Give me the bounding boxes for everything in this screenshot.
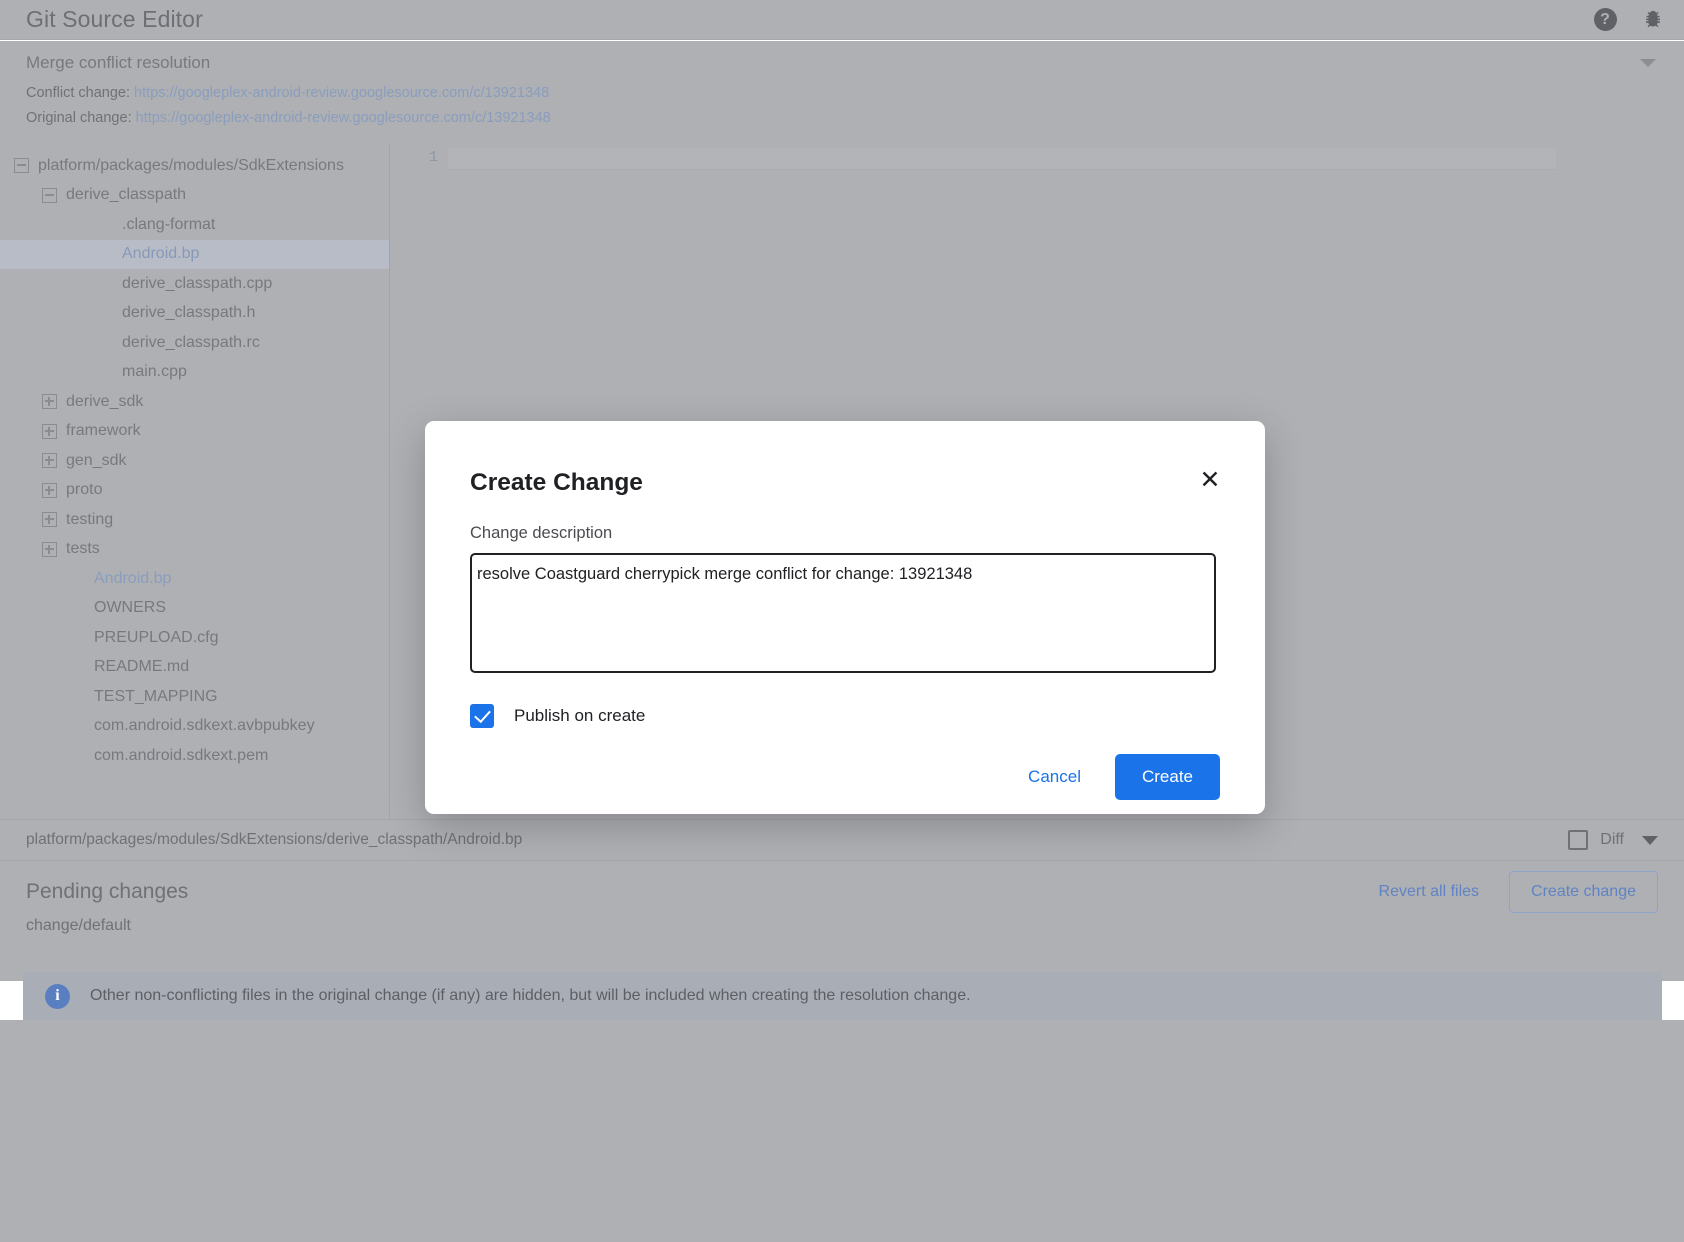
conflict-change-row: Conflict change: https://googleplex-andr… xyxy=(26,85,1658,101)
conflict-change-link[interactable]: https://googleplex-android-review.google… xyxy=(134,85,549,101)
tree-item[interactable]: platform/packages/modules/SdkExtensions xyxy=(0,151,389,181)
revert-all-files-button[interactable]: Revert all files xyxy=(1379,883,1479,901)
close-icon[interactable]: ✕ xyxy=(1193,463,1227,497)
lower-blank-area xyxy=(0,1020,1684,1242)
tree-item-label: main.cpp xyxy=(122,363,187,381)
change-description-label: Change description xyxy=(470,524,1220,543)
tree-item[interactable]: derive_sdk xyxy=(0,387,389,417)
file-tree[interactable]: platform/packages/modules/SdkExtensions d… xyxy=(0,145,390,819)
tree-item[interactable]: com.android.sdkext.avbpubkey xyxy=(0,712,389,742)
merge-conflict-heading: Merge conflict resolution xyxy=(26,53,1658,73)
current-file-path: platform/packages/modules/SdkExtensions/… xyxy=(26,831,522,849)
tree-item-label: Android.bp xyxy=(94,570,171,588)
tree-item[interactable]: OWNERS xyxy=(0,594,389,624)
tree-item[interactable]: tests xyxy=(0,535,389,565)
line-number: 1 xyxy=(390,145,448,166)
code-line-content[interactable] xyxy=(448,148,1556,170)
dialog-actions: Cancel Create xyxy=(470,754,1220,800)
create-change-dialog: Create Change ✕ Change description Publi… xyxy=(425,421,1265,814)
collapse-icon[interactable] xyxy=(42,188,57,203)
tree-item-label: tests xyxy=(66,540,100,558)
tree-item-label: derive_sdk xyxy=(66,393,143,411)
tree-item-label: com.android.sdkext.avbpubkey xyxy=(94,717,315,735)
diff-controls: Diff xyxy=(1568,830,1658,850)
help-icon[interactable]: ? xyxy=(1592,7,1618,33)
publish-on-create-label: Publish on create xyxy=(514,706,645,726)
tree-item[interactable]: README.md xyxy=(0,653,389,683)
info-banner: i Other non-conflicting files in the ori… xyxy=(23,972,1662,1020)
tree-item[interactable]: derive_classpath.h xyxy=(0,299,389,329)
title-bar: Git Source Editor ? xyxy=(0,0,1684,40)
tree-item[interactable]: derive_classpath.cpp xyxy=(0,269,389,299)
title-bar-actions: ? xyxy=(1592,7,1666,33)
tree-item[interactable]: .clang-format xyxy=(0,210,389,240)
pending-changes-section: Pending changes Revert all files Create … xyxy=(0,861,1684,981)
tree-item-label: derive_classpath xyxy=(66,186,186,204)
expand-icon[interactable] xyxy=(42,542,57,557)
publish-on-create-row: Publish on create xyxy=(470,704,1220,728)
tree-item-label: framework xyxy=(66,422,141,440)
create-change-button[interactable]: Create change xyxy=(1509,871,1658,913)
expand-icon[interactable] xyxy=(42,483,57,498)
tree-item[interactable]: com.android.sdkext.pem xyxy=(0,741,389,771)
tree-item-label: testing xyxy=(66,511,113,529)
tree-item-label: README.md xyxy=(94,658,189,676)
tree-item-label: derive_classpath.rc xyxy=(122,334,260,352)
original-change-label: Original change: xyxy=(26,110,132,126)
tree-item[interactable]: derive_classpath xyxy=(0,181,389,211)
tree-item[interactable]: main.cpp xyxy=(0,358,389,388)
chevron-down-icon[interactable] xyxy=(1640,59,1656,67)
tree-item[interactable]: Android.bp xyxy=(0,564,389,594)
dialog-title: Create Change xyxy=(470,469,1220,497)
pending-changes-header: Pending changes Revert all files Create … xyxy=(26,861,1658,923)
tree-item-label: PREUPLOAD.cfg xyxy=(94,629,218,647)
expand-icon[interactable] xyxy=(42,424,57,439)
expand-icon[interactable] xyxy=(42,512,57,527)
change-description-input[interactable] xyxy=(470,553,1216,673)
tree-item-label: gen_sdk xyxy=(66,452,127,470)
publish-on-create-checkbox[interactable] xyxy=(470,704,494,728)
diff-chevron-down-icon[interactable] xyxy=(1642,836,1658,845)
tree-item[interactable]: gen_sdk xyxy=(0,446,389,476)
file-path-bar: platform/packages/modules/SdkExtensions/… xyxy=(0,819,1684,861)
original-change-row: Original change: https://googleplex-andr… xyxy=(26,110,1658,126)
tree-item[interactable]: TEST_MAPPING xyxy=(0,682,389,712)
app-title: Git Source Editor xyxy=(26,6,203,33)
tree-item[interactable]: framework xyxy=(0,417,389,447)
tree-item[interactable]: proto xyxy=(0,476,389,506)
code-line: 1 xyxy=(390,145,1684,171)
tree-item-label: com.android.sdkext.pem xyxy=(94,747,268,765)
tree-item-label: derive_classpath.h xyxy=(122,304,255,322)
expand-icon[interactable] xyxy=(42,453,57,468)
diff-checkbox[interactable] xyxy=(1568,830,1588,850)
diff-label: Diff xyxy=(1600,831,1624,849)
tree-item-label: platform/packages/modules/SdkExtensions xyxy=(38,157,344,175)
tree-item-label: OWNERS xyxy=(94,599,166,617)
tree-item[interactable]: derive_classpath.rc xyxy=(0,328,389,358)
expand-icon[interactable] xyxy=(42,394,57,409)
conflict-change-label: Conflict change: xyxy=(26,85,130,101)
merge-conflict-header: Merge conflict resolution Conflict chang… xyxy=(0,41,1684,145)
original-change-link[interactable]: https://googleplex-android-review.google… xyxy=(136,110,551,126)
tree-item-label: Android.bp xyxy=(122,245,199,263)
tree-item-label: proto xyxy=(66,481,102,499)
info-icon: i xyxy=(45,984,70,1009)
info-banner-text: Other non-conflicting files in the origi… xyxy=(90,987,971,1005)
pending-changes-actions: Revert all files Create change xyxy=(1379,871,1658,913)
tree-item[interactable]: PREUPLOAD.cfg xyxy=(0,623,389,653)
app-root: Git Source Editor ? Merge conflict resol… xyxy=(0,0,1684,1242)
tree-item[interactable]: testing xyxy=(0,505,389,535)
tree-item-label: .clang-format xyxy=(122,216,215,234)
bug-icon[interactable] xyxy=(1640,7,1666,33)
collapse-icon[interactable] xyxy=(14,158,29,173)
cancel-button[interactable]: Cancel xyxy=(1012,757,1097,797)
tree-item-label: derive_classpath.cpp xyxy=(122,275,272,293)
change-branch-label: change/default xyxy=(26,917,1658,935)
pending-changes-title: Pending changes xyxy=(26,880,188,904)
tree-item-label: TEST_MAPPING xyxy=(94,688,218,706)
create-button[interactable]: Create xyxy=(1115,754,1220,800)
tree-item[interactable]: Android.bp xyxy=(0,240,389,270)
